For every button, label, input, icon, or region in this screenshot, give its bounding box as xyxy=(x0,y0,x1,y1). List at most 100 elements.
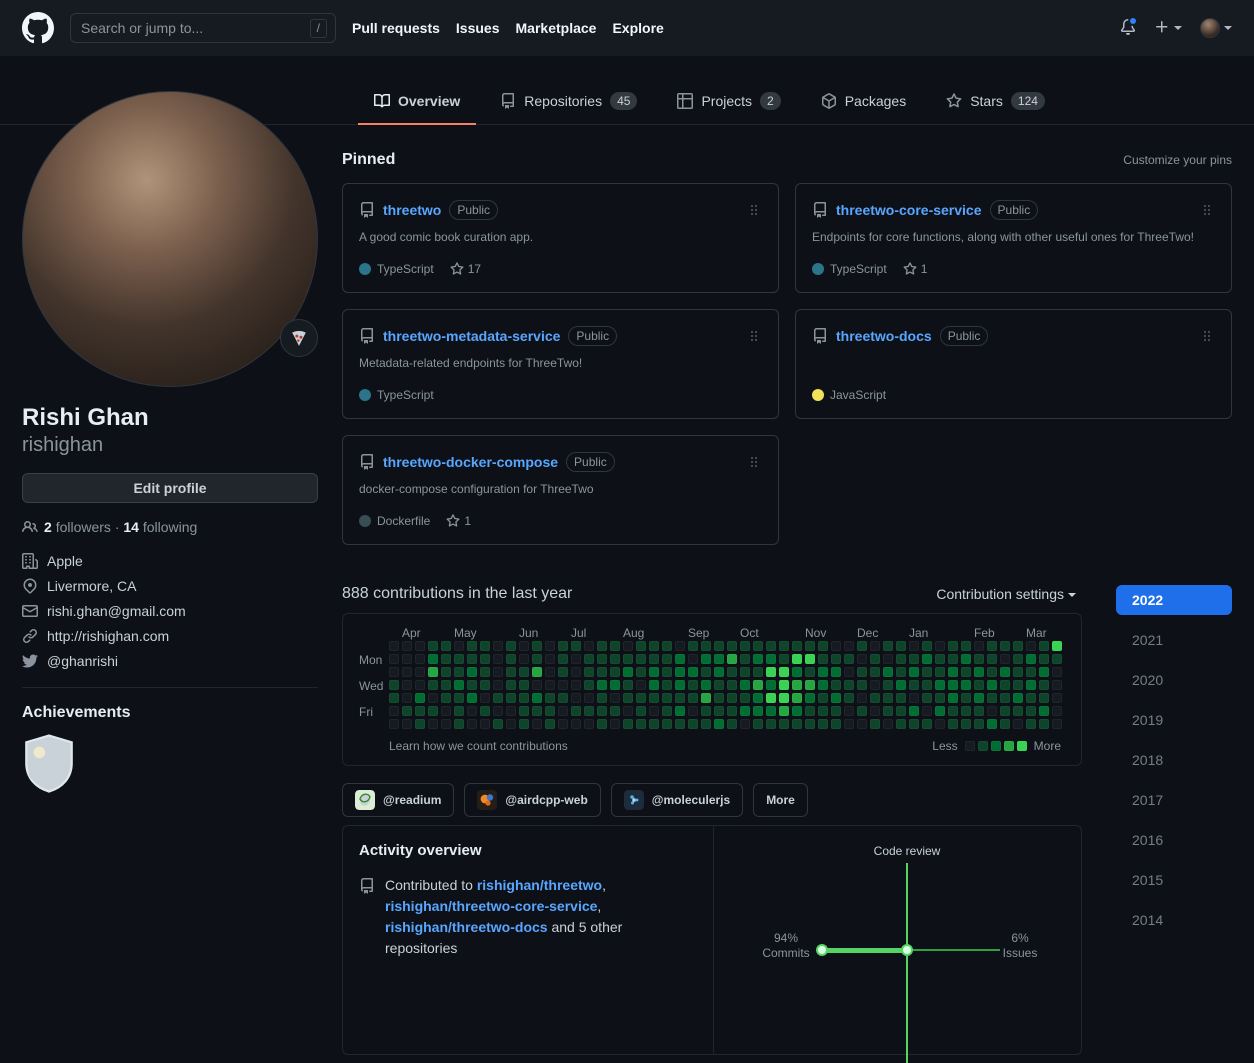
contribution-cell[interactable] xyxy=(688,706,698,716)
contribution-cell[interactable] xyxy=(636,693,646,703)
contribution-cell[interactable] xyxy=(1000,719,1010,729)
contribution-cell[interactable] xyxy=(454,641,464,651)
contribution-cell[interactable] xyxy=(974,680,984,690)
contribution-cell[interactable] xyxy=(532,654,542,664)
contribution-cell[interactable] xyxy=(506,667,516,677)
contribution-cell[interactable] xyxy=(662,654,672,664)
contribution-cell[interactable] xyxy=(454,654,464,664)
contribution-cell[interactable] xyxy=(948,693,958,703)
contribution-cell[interactable] xyxy=(935,693,945,703)
contribution-cell[interactable] xyxy=(415,693,425,703)
create-new-menu[interactable] xyxy=(1154,19,1182,38)
contribution-cell[interactable] xyxy=(792,719,802,729)
year-2017[interactable]: 2017 xyxy=(1116,785,1232,815)
contribution-cell[interactable] xyxy=(753,641,763,651)
contribution-cell[interactable] xyxy=(701,693,711,703)
contribution-cell[interactable] xyxy=(701,641,711,651)
contribution-cell[interactable] xyxy=(506,719,516,729)
contribution-cell[interactable] xyxy=(896,719,906,729)
contribution-cell[interactable] xyxy=(714,693,724,703)
contribution-cell[interactable] xyxy=(558,706,568,716)
contribution-cell[interactable] xyxy=(389,693,399,703)
contribution-cell[interactable] xyxy=(402,667,412,677)
contribution-cell[interactable] xyxy=(636,654,646,664)
contribution-cell[interactable] xyxy=(402,654,412,664)
contributed-repo-rishighan-threetwo-docs[interactable]: rishighan/threetwo-docs xyxy=(385,919,548,935)
contribution-cell[interactable] xyxy=(519,680,529,690)
contribution-cell[interactable] xyxy=(896,706,906,716)
contribution-cell[interactable] xyxy=(623,654,633,664)
contribution-cell[interactable] xyxy=(467,706,477,716)
contribution-cell[interactable] xyxy=(727,693,737,703)
contribution-cell[interactable] xyxy=(948,706,958,716)
contribution-cell[interactable] xyxy=(870,680,880,690)
contribution-cell[interactable] xyxy=(467,641,477,651)
contribution-cell[interactable] xyxy=(428,693,438,703)
contribution-cell[interactable] xyxy=(1026,654,1036,664)
year-2016[interactable]: 2016 xyxy=(1116,825,1232,855)
contribution-cell[interactable] xyxy=(974,706,984,716)
contributed-repo-rishighan-threetwo[interactable]: rishighan/threetwo xyxy=(477,877,602,893)
contribution-cell[interactable] xyxy=(441,654,451,664)
contribution-cell[interactable] xyxy=(909,654,919,664)
contribution-cell[interactable] xyxy=(779,719,789,729)
drag-handle[interactable] xyxy=(746,202,762,218)
contribution-cell[interactable] xyxy=(740,654,750,664)
contribution-cell[interactable] xyxy=(1039,706,1049,716)
contribution-cell[interactable] xyxy=(805,706,815,716)
contribution-cell[interactable] xyxy=(987,654,997,664)
contribution-cell[interactable] xyxy=(454,667,464,677)
contribution-cell[interactable] xyxy=(948,667,958,677)
contribution-cell[interactable] xyxy=(649,654,659,664)
contribution-cell[interactable] xyxy=(727,706,737,716)
contribution-cell[interactable] xyxy=(766,654,776,664)
contribution-cell[interactable] xyxy=(922,654,932,664)
contribution-cell[interactable] xyxy=(610,641,620,651)
contribution-cell[interactable] xyxy=(428,719,438,729)
contribution-cell[interactable] xyxy=(831,706,841,716)
contribution-cell[interactable] xyxy=(792,693,802,703)
contribution-cell[interactable] xyxy=(1052,680,1062,690)
contribution-cell[interactable] xyxy=(805,719,815,729)
contribution-cell[interactable] xyxy=(493,680,503,690)
contribution-cell[interactable] xyxy=(922,693,932,703)
contribution-cell[interactable] xyxy=(675,680,685,690)
contribution-cell[interactable] xyxy=(961,693,971,703)
github-logo[interactable] xyxy=(22,12,54,44)
contribution-cell[interactable] xyxy=(545,654,555,664)
contribution-cell[interactable] xyxy=(688,667,698,677)
contribution-cell[interactable] xyxy=(597,706,607,716)
repo-link-threetwo-core-service[interactable]: threetwo-core-service xyxy=(836,202,982,218)
contribution-cell[interactable] xyxy=(883,706,893,716)
contribution-cell[interactable] xyxy=(493,693,503,703)
contribution-cell[interactable] xyxy=(545,680,555,690)
contribution-cell[interactable] xyxy=(948,680,958,690)
contribution-cell[interactable] xyxy=(649,667,659,677)
year-2020[interactable]: 2020 xyxy=(1116,665,1232,695)
contribution-cell[interactable] xyxy=(857,706,867,716)
contribution-cell[interactable] xyxy=(1000,680,1010,690)
contribution-cell[interactable] xyxy=(922,719,932,729)
contribution-cell[interactable] xyxy=(961,667,971,677)
contribution-cell[interactable] xyxy=(727,654,737,664)
contribution-cell[interactable] xyxy=(1026,706,1036,716)
contribution-cell[interactable] xyxy=(935,641,945,651)
contribution-cell[interactable] xyxy=(493,667,503,677)
contribution-cell[interactable] xyxy=(779,693,789,703)
contribution-cell[interactable] xyxy=(402,641,412,651)
contribution-cell[interactable] xyxy=(545,693,555,703)
contribution-cell[interactable] xyxy=(649,706,659,716)
profile-detail-link[interactable]: http://rishighan.com xyxy=(22,628,318,644)
contribution-cell[interactable] xyxy=(805,667,815,677)
contribution-cell[interactable] xyxy=(870,667,880,677)
contribution-cell[interactable] xyxy=(961,654,971,664)
contribution-cell[interactable] xyxy=(714,654,724,664)
contribution-cell[interactable] xyxy=(636,641,646,651)
contribution-cell[interactable] xyxy=(545,667,555,677)
contribution-cell[interactable] xyxy=(714,706,724,716)
contribution-cell[interactable] xyxy=(701,719,711,729)
nav-issues[interactable]: Issues xyxy=(456,20,500,36)
contribution-cell[interactable] xyxy=(662,641,672,651)
contribution-cell[interactable] xyxy=(610,680,620,690)
contribution-cell[interactable] xyxy=(883,693,893,703)
